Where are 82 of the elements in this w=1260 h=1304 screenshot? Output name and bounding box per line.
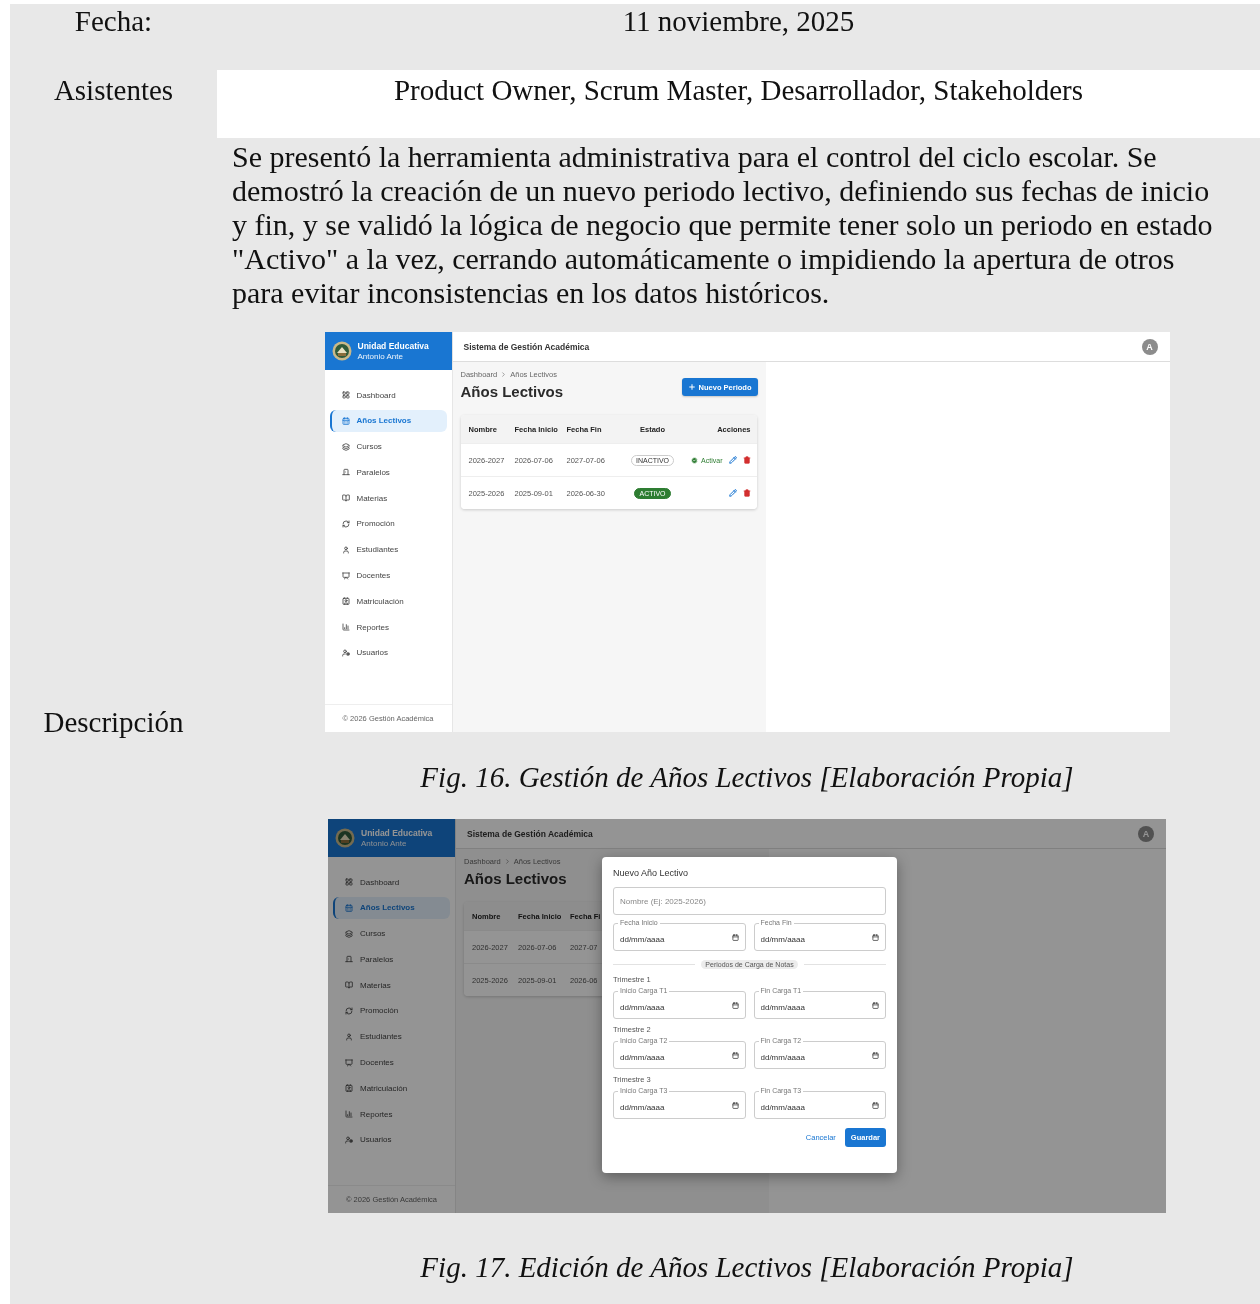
- nav-item[interactable]: Cursos: [329, 435, 447, 458]
- layers-icon: [341, 442, 350, 451]
- page-title: Años Lectivos: [464, 870, 567, 887]
- calendar-icon[interactable]: [731, 934, 739, 941]
- calendar-icon[interactable]: [872, 1102, 879, 1109]
- user-icon: [345, 1032, 353, 1041]
- nav-item[interactable]: Reportes: [333, 1103, 450, 1126]
- contact-card-icon: [341, 597, 350, 606]
- brand-title: Unidad Educativa: [361, 828, 433, 838]
- nav-item[interactable]: Años Lectivos: [329, 409, 447, 432]
- delete-icon[interactable]: [742, 456, 751, 464]
- calendar-icon: [345, 903, 353, 912]
- nav-item[interactable]: Docentes: [333, 1051, 450, 1074]
- calendar-icon[interactable]: [731, 1102, 739, 1109]
- refresh-icon: [341, 520, 350, 528]
- delete-icon[interactable]: [742, 489, 751, 497]
- nav-item[interactable]: Dashboard: [329, 384, 447, 406]
- nav-item[interactable]: Estudiantes: [333, 1025, 450, 1048]
- nav-item[interactable]: Matriculación: [333, 1077, 450, 1100]
- nav-item[interactable]: Estudiantes: [329, 538, 447, 561]
- nav-item[interactable]: Docentes: [329, 564, 447, 587]
- refresh-icon: [345, 1007, 353, 1015]
- user-gear-icon: [341, 648, 350, 657]
- nav-item[interactable]: Usuarios: [329, 641, 447, 664]
- emblem-icon: [331, 341, 352, 361]
- chart-icon: [345, 1110, 353, 1119]
- nav-item[interactable]: Paralelos: [333, 948, 450, 971]
- nav-item[interactable]: Dashboard: [333, 871, 450, 893]
- figure-caption: Fig. 16. Gestión de Años Lectivos [Elaboración Propia]: [419, 760, 1075, 794]
- date-value: 11 noviembre, 2025: [621, 4, 856, 39]
- emblem-icon: [335, 828, 355, 848]
- figure-caption: Fig. 17. Edición de Años Lectivos [Elaboración Propia]: [419, 1250, 1075, 1284]
- nav-item[interactable]: Promoción: [329, 513, 447, 535]
- door-icon: [341, 468, 350, 477]
- calendar-icon[interactable]: [872, 934, 879, 941]
- row-label: Asistentes: [52, 73, 175, 107]
- grid-icon: [341, 391, 350, 399]
- grid-icon: [345, 878, 353, 886]
- nav-item[interactable]: Materias: [329, 487, 447, 510]
- user-gear-icon: [345, 1135, 353, 1144]
- row-label: Fecha:: [73, 4, 154, 38]
- calendar-icon[interactable]: [872, 1002, 879, 1009]
- avatar[interactable]: A: [1138, 825, 1154, 842]
- nav-item[interactable]: Reportes: [329, 616, 447, 639]
- brand-subtitle: Antonio Ante: [361, 839, 408, 848]
- app-title: Sistema de Gestión Académica: [463, 341, 590, 352]
- user-icon: [341, 545, 350, 554]
- nav-item[interactable]: Años Lectivos: [333, 896, 450, 919]
- app-title: Sistema de Gestión Académica: [467, 828, 593, 839]
- row-label: Descripción: [42, 705, 185, 739]
- nav-item[interactable]: Matriculación: [329, 590, 447, 613]
- avatar[interactable]: A: [1141, 338, 1158, 355]
- calendar-icon: [341, 416, 350, 425]
- edit-icon[interactable]: [728, 489, 737, 497]
- name-field[interactable]: Nombre (Ej: 2025-2026): [613, 887, 886, 915]
- edit-icon[interactable]: [728, 456, 737, 464]
- page-title: Años Lectivos: [460, 383, 564, 400]
- nav-item[interactable]: Cursos: [333, 922, 450, 945]
- attendees-value: Product Owner, Scrum Master, Desarrollador, Stakeholders: [217, 70, 1260, 138]
- chevron-icon: [500, 371, 508, 378]
- brand-title: Unidad Educativa: [357, 341, 429, 351]
- chevron-icon: [503, 858, 511, 865]
- dialog-title: Nuevo Año Lectivo: [613, 868, 690, 878]
- door-icon: [345, 955, 353, 964]
- nav-item[interactable]: Paralelos: [329, 461, 447, 484]
- nav-item[interactable]: Materias: [333, 974, 450, 997]
- book-icon: [345, 981, 353, 990]
- nav-item[interactable]: Usuarios: [333, 1128, 450, 1151]
- presentation-icon: [341, 571, 350, 580]
- plus-icon: [687, 383, 696, 391]
- description-text: Se presentó la herramienta administrativa para el control del ciclo escolar. Se demostró la creación de un nuevo periodo lectivo, definiendo sus fechas de inicio y fin, y se validó la lógica de negocio que permite tener solo un periodo en estado "Activo" a la vez, cerrando automáticamente o impidiendo la apertura de otros para evitar inconsistencias en los datos históricos.: [232, 140, 1214, 310]
- presentation-icon: [345, 1058, 353, 1067]
- contact-card-icon: [345, 1084, 353, 1093]
- calendar-icon[interactable]: [731, 1002, 739, 1009]
- layers-icon: [345, 929, 353, 938]
- check-icon: [691, 456, 699, 464]
- brand-subtitle: Antonio Ante: [357, 352, 404, 361]
- calendar-icon[interactable]: [731, 1052, 739, 1059]
- chart-icon: [341, 623, 350, 632]
- book-icon: [341, 494, 350, 503]
- calendar-icon[interactable]: [872, 1052, 879, 1059]
- nav-item[interactable]: Promoción: [333, 1000, 450, 1022]
